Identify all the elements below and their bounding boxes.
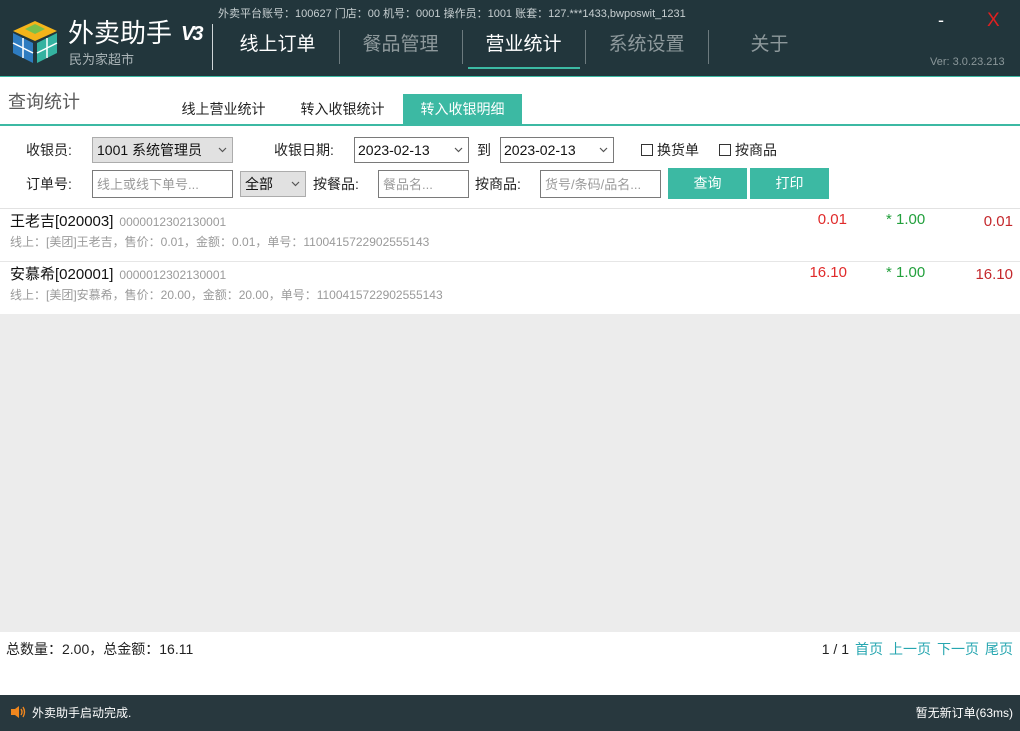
item-title-line: 安慕希[020001] 0000012302130001 [10,266,226,284]
by-product-label[interactable]: 按商品 [735,137,777,163]
app-title: 外卖助手 [68,18,173,48]
speaker-icon [11,706,26,718]
cashier-select[interactable]: 1001 系统管理员 [92,137,233,163]
order-type-value: 全部 [245,176,273,192]
minimize-button[interactable]: - [938,9,944,31]
last-page-link[interactable]: 尾页 [985,640,1013,658]
order-type-select[interactable]: 全部 [240,171,306,197]
by-product-checkbox[interactable] [719,144,731,156]
page-title: 查询统计 [8,92,80,112]
tab-cashier-transfer-stats[interactable]: 转入收银统计 [283,94,402,124]
cashier-select-value: 1001 系统管理员 [97,142,203,158]
title-bar: 外卖平台账号：100627 门店：00 机号：0001 操作员：1001 账套：… [0,0,1020,76]
pagination: 1 / 1 首页 上一页 下一页 尾页 [822,640,1013,658]
product-label: 按商品: [475,176,521,192]
chevron-down-icon [218,147,227,153]
nav-about[interactable]: 关于 [708,24,831,66]
item-name: 王老吉[020003] [10,213,114,230]
item-detail: 线上：[美团]安慕希，售价：20.00，金额：20.00，单号：11004157… [10,288,443,302]
dish-label: 按餐品: [313,176,359,192]
chevron-down-icon [291,181,300,187]
nav-business-stats[interactable]: 营业统计 [462,24,585,66]
order-number-label: 订单号: [26,176,72,192]
print-button[interactable]: 打印 [750,168,829,199]
tab-cashier-transfer-details[interactable]: 转入收银明细 [403,94,522,124]
account-info: 外卖平台账号：100627 门店：00 机号：0001 操作员：1001 账套：… [218,8,686,20]
item-title-line: 王老吉[020003] 0000012302130001 [10,213,226,231]
header-accent-line [0,76,1020,77]
cashier-label: 收银员: [26,142,72,158]
exchange-order-label[interactable]: 换货单 [657,137,699,163]
item-price: 16.10 [809,264,847,281]
prev-page-link[interactable]: 上一页 [889,640,931,658]
tab-online-business-stats[interactable]: 线上营业统计 [164,94,283,124]
chevron-down-icon [599,147,608,153]
new-order-status: 暂无新订单(63ms) [915,706,1013,720]
list-empty-area [0,314,1020,632]
date-to-picker[interactable]: 2023-02-13 [500,137,614,163]
page-count: 1 / 1 [821,641,849,657]
nav-active-indicator [468,67,580,69]
item-quantity: * 1.00 [886,211,926,228]
date-range-separator: 到 [477,142,491,158]
status-message: 外卖助手启动完成. [32,706,132,720]
header-divider [212,24,213,70]
version-label: Ver: 3.0.23.213 [930,56,1005,68]
nav-online-orders[interactable]: 线上订单 [216,24,339,66]
next-page-link[interactable]: 下一页 [937,640,979,658]
date-from-value: 2023-02-13 [358,142,430,158]
status-bar: 外卖助手启动完成. 暂无新订单(63ms) [0,695,1020,731]
list-item[interactable]: 王老吉[020003] 0000012302130001 线上：[美团]王老吉，售… [0,209,1020,262]
list-item[interactable]: 安慕希[020001] 0000012302130001 线上：[美团]安慕希，售… [0,262,1020,315]
item-amount: 0.01 [983,213,1013,230]
query-button[interactable]: 查询 [668,168,747,199]
totals-summary: 总数量：2.00，总金额：16.11 [6,641,194,657]
item-code: 0000012302130001 [119,215,227,229]
item-price: 0.01 [817,211,847,228]
item-amount: 16.10 [975,266,1013,283]
app-version-badge: V3 [181,23,204,45]
order-number-input[interactable] [92,170,233,198]
close-button[interactable]: X [987,10,1000,32]
first-page-link[interactable]: 首页 [855,640,883,658]
app-logo-icon [12,21,58,63]
dish-input[interactable] [378,170,469,198]
item-detail: 线上：[美团]王老吉，售价：0.01，金额：0.01，单号：1100415722… [10,235,430,249]
store-name: 民为家超市 [69,52,135,67]
date-to-value: 2023-02-13 [504,142,576,158]
item-quantity: * 1.00 [886,264,926,281]
exchange-order-checkbox[interactable] [641,144,653,156]
chevron-down-icon [454,147,463,153]
date-label: 收银日期: [274,142,334,158]
item-name: 安慕希[020001] [10,266,114,283]
nav-menu-management[interactable]: 餐品管理 [339,24,462,66]
date-from-picker[interactable]: 2023-02-13 [354,137,469,163]
item-code: 0000012302130001 [119,268,227,282]
product-input[interactable] [540,170,661,198]
tab-underline [0,124,1020,126]
nav-system-settings[interactable]: 系统设置 [585,24,708,66]
